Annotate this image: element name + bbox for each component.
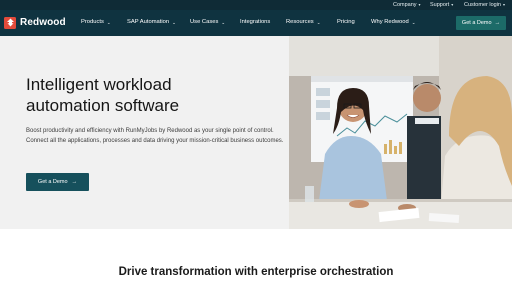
hero-title: Intelligent workload automation software [26,74,276,116]
nav-item-label: Products [81,19,104,25]
get-demo-hero-button[interactable]: Get a Demo → [26,173,89,191]
get-demo-nav-button[interactable]: Get a Demo → [456,16,506,30]
utility-customer-login-link[interactable]: Customer login ▾ [464,1,505,9]
brand-name: Redwood [20,17,66,28]
nav-item-pricing[interactable]: Pricing [337,18,355,27]
nav-item-sap-automation[interactable]: SAP Automation ⌄ [127,18,176,27]
brand-logo[interactable]: Redwood [4,16,66,29]
hero-description: Boost productivity and efficiency with R… [26,128,284,144]
chevron-down-icon: ⌄ [316,20,321,25]
hero-image [289,36,512,229]
chevron-down-icon: ⌄ [411,20,416,25]
nav-item-label: Integrations [240,19,271,25]
utility-support-link[interactable]: Support ▾ [430,1,453,9]
utility-company-link[interactable]: Company ▾ [393,1,421,9]
utility-company-label: Company [393,2,417,8]
get-demo-hero-label: Get a Demo [37,179,68,185]
nav-item-integrations[interactable]: Integrations [240,18,270,27]
nav-item-why-redwood[interactable]: Why Redwood ⌄ [371,18,415,27]
nav-item-resources[interactable]: Resources ⌄ [286,18,321,27]
hero-title-line-2: automation software [26,96,180,115]
redwood-logo-icon [4,16,16,29]
office-team-photo-illustration [289,36,512,229]
hero-title-line-1: Intelligent workload [26,75,172,94]
chevron-down-icon: ▾ [503,2,506,7]
nav-item-label: Why Redwood [371,19,409,25]
utility-bar: Company ▾ Support ▾ Customer login ▾ [0,0,512,10]
chevron-down-icon: ⌄ [172,20,176,25]
section-title: Drive transformation with enterprise orc… [118,266,394,278]
nav-item-label: Pricing [337,19,355,25]
chevron-down-icon: ⌄ [221,20,226,25]
nav-item-products[interactable]: Products ⌄ [81,18,111,27]
nav-item-label: Use Cases [190,19,219,25]
utility-customer-login-label: Customer login [464,2,501,8]
chevron-down-icon: ▾ [451,2,454,7]
nav-item-label: Resources [286,19,314,25]
main-nav: Redwood Products ⌄ SAP Automation ⌄ Use … [0,10,512,36]
nav-item-label: SAP Automation [127,19,170,25]
arrow-right-icon: → [494,20,501,26]
get-demo-nav-label: Get a Demo [461,20,492,26]
chevron-down-icon: ▾ [418,2,421,7]
nav-item-use-cases[interactable]: Use Cases ⌄ [190,18,225,27]
arrow-right-icon: → [71,179,78,185]
utility-support-label: Support [430,2,450,8]
chevron-down-icon: ⌄ [106,20,111,25]
